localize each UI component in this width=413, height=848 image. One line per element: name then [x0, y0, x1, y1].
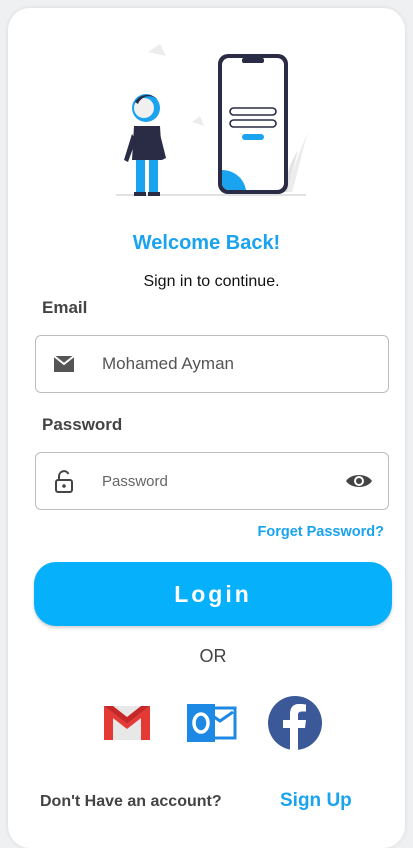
mail-icon: [53, 355, 75, 372]
signup-link[interactable]: Sign Up: [280, 790, 352, 812]
forget-password-link[interactable]: Forget Password?: [258, 524, 385, 540]
facebook-icon[interactable]: [266, 694, 324, 752]
gmail-icon[interactable]: [98, 694, 156, 752]
or-divider: OR: [199, 646, 227, 666]
welcome-title: Welcome Back!: [132, 232, 281, 254]
password-label: Password: [42, 415, 123, 434]
eye-icon[interactable]: [344, 469, 374, 493]
email-label: Email: [42, 298, 88, 317]
outlook-icon[interactable]: [183, 694, 241, 752]
signup-prompt: Don't Have an account?: [40, 793, 222, 810]
password-input[interactable]: [102, 453, 322, 509]
password-field-container[interactable]: [35, 452, 389, 510]
phone-login-illustration: [116, 44, 308, 196]
lock-icon: [55, 470, 73, 493]
welcome-subtitle: Sign in to continue.: [143, 273, 280, 290]
login-button[interactable]: Login: [34, 562, 392, 626]
email-field-container[interactable]: [35, 335, 389, 393]
email-input[interactable]: [102, 336, 322, 392]
